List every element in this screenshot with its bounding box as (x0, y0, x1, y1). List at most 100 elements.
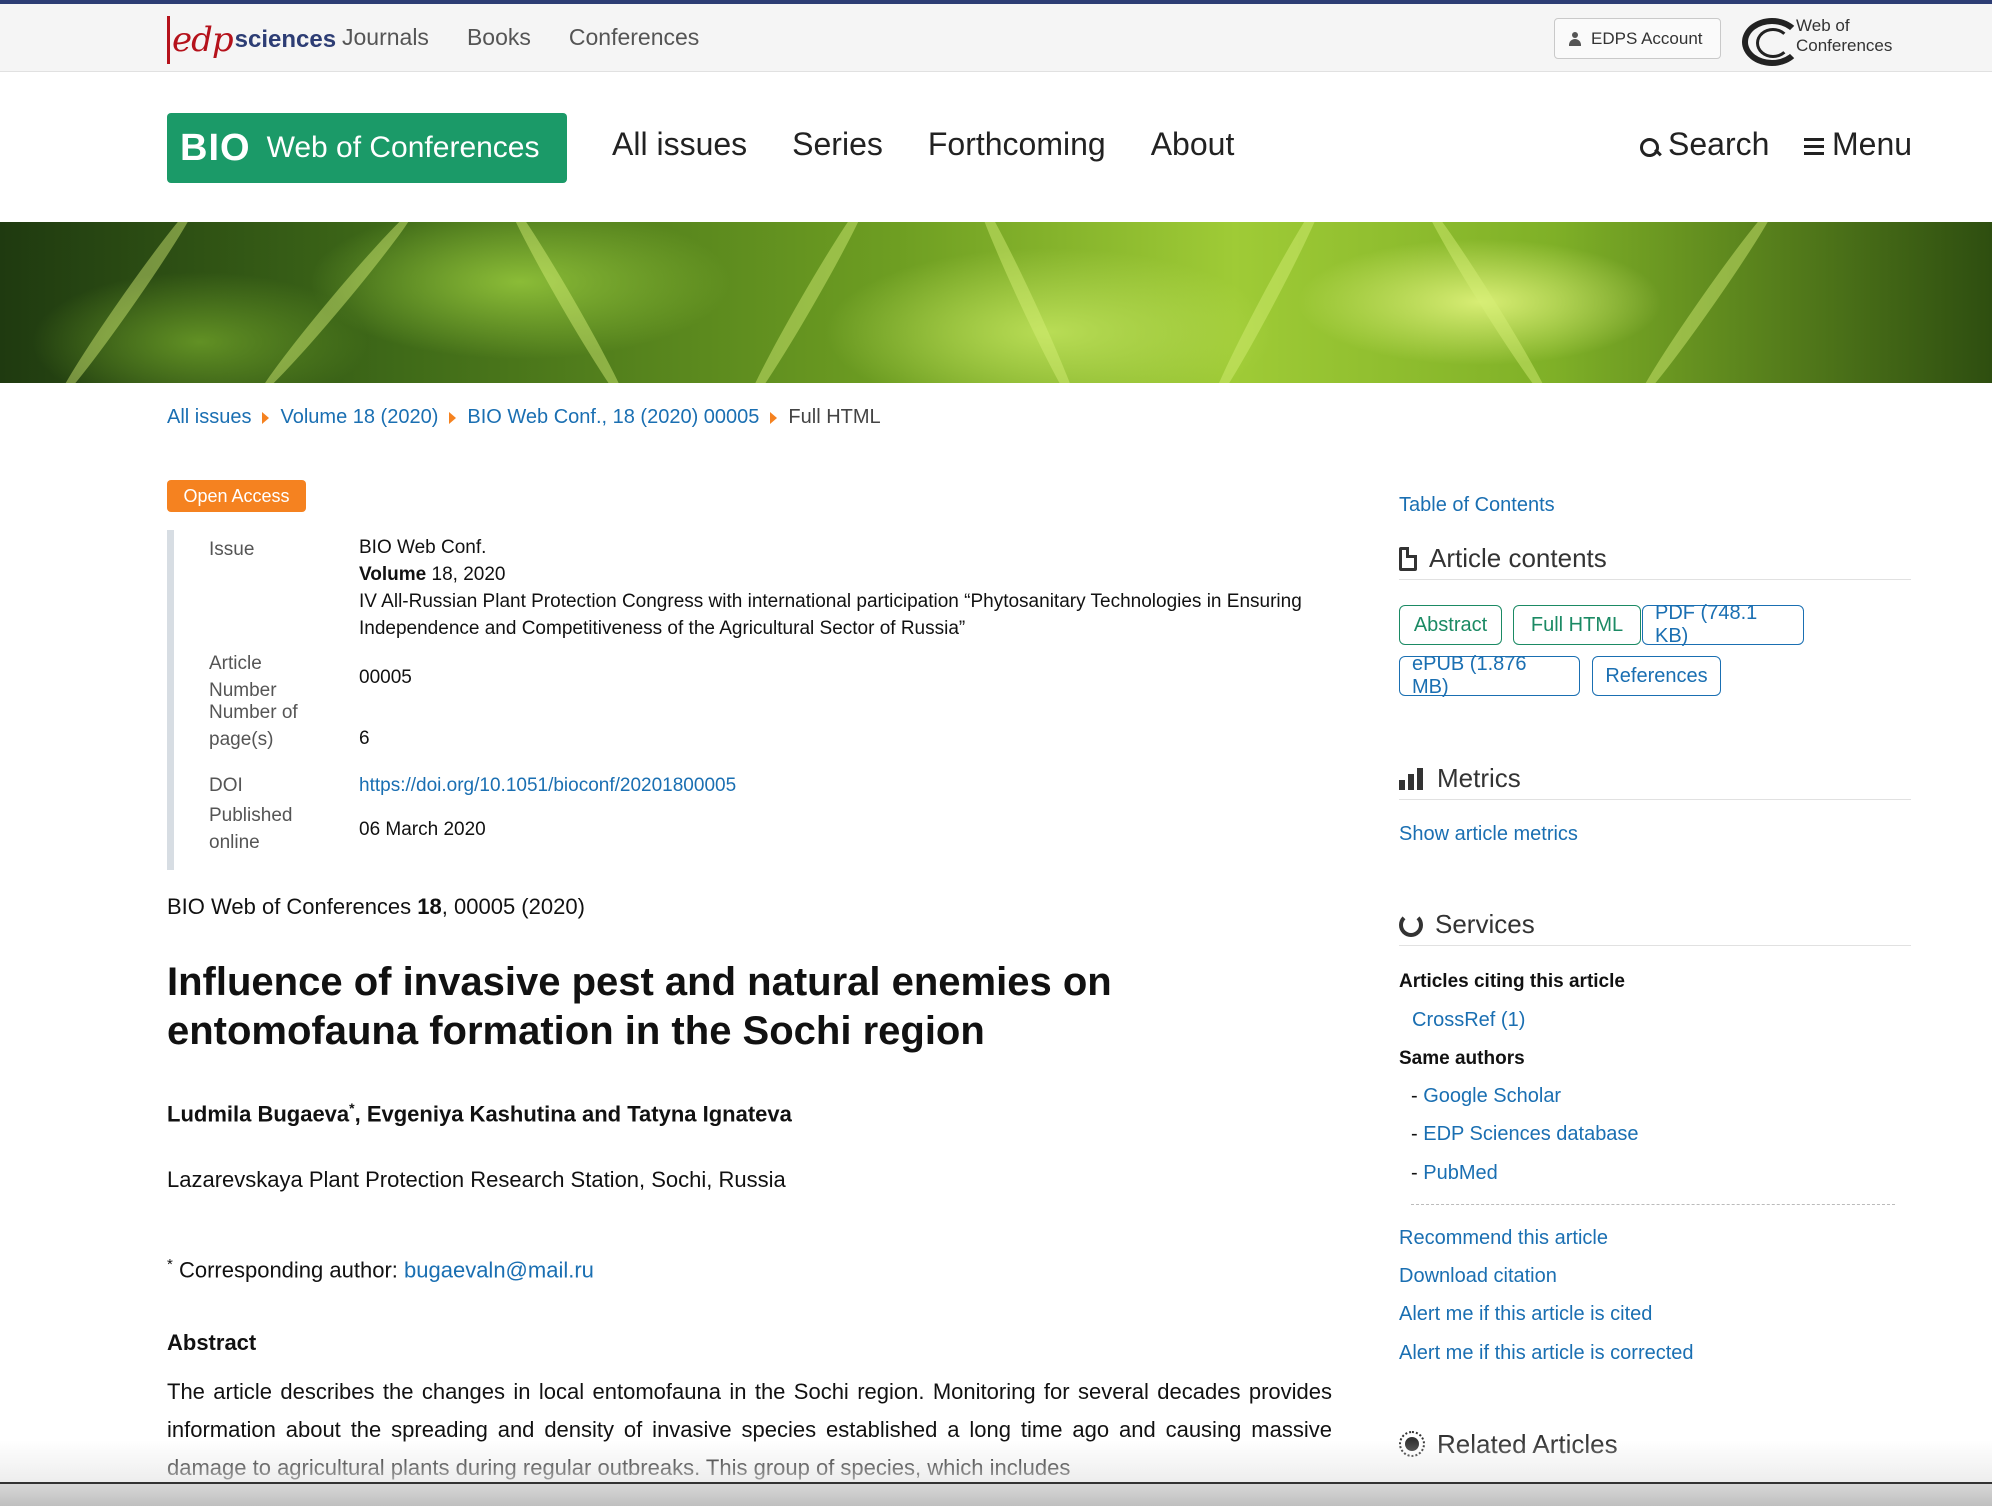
issue-journal: BIO Web Conf. (359, 537, 487, 558)
web-of-conferences-logo[interactable]: Web of Conferences (1742, 12, 1912, 68)
show-article-metrics-link[interactable]: Show article metrics (1399, 823, 1578, 846)
alert-cited-link[interactable]: Alert me if this article is cited (1399, 1303, 1652, 1326)
same-authors-item: - PubMed (1411, 1162, 1498, 1185)
bio-web-of-conferences-logo[interactable]: BIO Web of Conferences (167, 113, 567, 183)
google-scholar-link[interactable]: Google Scholar (1423, 1085, 1561, 1107)
article-citation: BIO Web of Conferences 18, 00005 (2020) (167, 894, 585, 920)
publisher-nav: Journals Books Conferences (342, 24, 699, 51)
woc-line1: Web of (1796, 16, 1850, 35)
bar-chart-icon-bar (1399, 779, 1405, 790)
nav-forthcoming[interactable]: Forthcoming (928, 126, 1106, 163)
crossref-link[interactable]: CrossRef (1) (1412, 1009, 1525, 1032)
services-divider (1411, 1204, 1895, 1205)
corr-email-link[interactable]: bugaevaln@mail.ru (404, 1257, 594, 1282)
woc-logo-text: Web of Conferences (1796, 16, 1892, 56)
edp-sciences-database-link[interactable]: EDP Sciences database (1423, 1123, 1638, 1145)
pages-label-line1: Number of (209, 702, 298, 723)
article-number-value: 00005 (359, 667, 412, 688)
bar-chart-icon-bar (1417, 767, 1423, 790)
same-authors-heading: Same authors (1399, 1048, 1525, 1069)
citation-volume: 18 (417, 894, 442, 919)
breadcrumb-article[interactable]: BIO Web Conf., 18 (2020) 00005 (467, 406, 759, 429)
metrics-title: Metrics (1437, 763, 1521, 793)
doi-value: https://doi.org/10.1051/bioconf/20201800… (359, 772, 1319, 799)
table-of-contents-link[interactable]: Table of Contents (1399, 494, 1555, 517)
account-label: EDPS Account (1591, 28, 1703, 48)
doi-link[interactable]: https://doi.org/10.1051/bioconf/20201800… (359, 775, 736, 796)
published-value: 06 March 2020 (359, 819, 486, 840)
issue-volume-value: 18, 2020 (431, 564, 506, 585)
abstract-heading: Abstract (167, 1330, 257, 1355)
banner-frond (740, 222, 874, 383)
logo-sciences-text: sciences (234, 26, 337, 53)
banner-frond (500, 222, 634, 383)
hamburger-icon (1804, 137, 1824, 156)
alert-corrected-link[interactable]: Alert me if this article is corrected (1399, 1342, 1694, 1365)
article-number-label-line2: Number (209, 680, 277, 701)
breadcrumb-arrow-icon (770, 411, 778, 424)
published-label-line1: Published (209, 805, 293, 826)
pubmed-link[interactable]: PubMed (1423, 1162, 1498, 1184)
logo-bar (167, 16, 170, 64)
breadcrumb-arrow-icon (449, 411, 457, 424)
breadcrumb-all-issues[interactable]: All issues (167, 406, 251, 429)
document-icon (1399, 546, 1417, 571)
full-html-button[interactable]: Full HTML (1513, 605, 1641, 645)
banner-frond (969, 222, 1085, 383)
list-dash: - (1411, 1123, 1418, 1145)
epub-button[interactable]: ePUB (1.876 MB) (1399, 653, 1580, 698)
nav-books[interactable]: Books (467, 24, 531, 51)
article-metadata: Issue BIO Web Conf. Volume 18, 2020 IV A… (167, 530, 1332, 870)
woc-line2: Conferences (1796, 36, 1893, 55)
corr-mark: * (167, 1256, 173, 1273)
article-contents-heading: Article contents (1399, 538, 1911, 580)
nav-journals[interactable]: Journals (342, 24, 429, 51)
breadcrumb: All issues Volume 18 (2020) BIO Web Conf… (167, 406, 881, 429)
issue-value: BIO Web Conf. Volume 18, 2020 IV All-Rus… (359, 534, 1319, 642)
same-authors-item: - Google Scholar (1411, 1085, 1561, 1108)
banner-frond (1632, 222, 1782, 383)
pages-value: 6 (359, 728, 370, 749)
citation-journal: BIO Web of Conferences (167, 894, 412, 919)
banner-frond (1204, 222, 1330, 383)
issue-volume-label: Volume (359, 564, 427, 585)
pages-label: Number of page(s) (209, 699, 298, 753)
banner-frond (254, 222, 420, 383)
search-label: Search (1668, 126, 1770, 162)
author-link[interactable]: Ludmila Bugaeva (167, 1101, 349, 1126)
woc-swirl-inner-icon (1756, 28, 1790, 58)
citation-rest: , 00005 (2020) (441, 894, 585, 919)
list-dash: - (1411, 1085, 1418, 1107)
metrics-heading: Metrics (1399, 758, 1911, 800)
breadcrumb-arrow-icon (262, 411, 270, 424)
nav-about[interactable]: About (1151, 126, 1235, 163)
published-label: Published online (209, 802, 292, 856)
download-citation-link[interactable]: Download citation (1399, 1265, 1557, 1288)
fern-banner-image (0, 222, 1992, 383)
logo-edp-text: edp (172, 20, 234, 60)
search-icon (1640, 137, 1660, 158)
nav-series[interactable]: Series (792, 126, 883, 163)
article-authors: Ludmila Bugaeva*, Evgeniya Kashutina and… (167, 1100, 792, 1127)
menu-button[interactable]: Menu (1804, 126, 1912, 163)
same-authors-item: - EDP Sciences database (1411, 1123, 1639, 1146)
pdf-button[interactable]: PDF (748.1 KB) (1642, 602, 1804, 647)
logo-web-of-conferences: Web of Conferences (266, 131, 540, 164)
banner-frond (52, 222, 202, 383)
article-title: Influence of invasive pest and natural e… (167, 960, 1112, 1053)
search-button[interactable]: Search (1640, 126, 1769, 163)
breadcrumb-volume[interactable]: Volume 18 (2020) (280, 406, 438, 429)
logo-bio: BIO (180, 126, 251, 169)
edps-account-button[interactable]: EDPS Account (1554, 18, 1721, 59)
abstract-button[interactable]: Abstract (1399, 605, 1502, 645)
nav-conferences[interactable]: Conferences (569, 24, 699, 51)
article-number-label: Article Number (209, 650, 277, 704)
edp-sciences-logo[interactable]: edp sciences (167, 16, 336, 64)
publisher-bar: edp sciences Journals Books Conferences … (0, 4, 1992, 72)
recommend-article-link[interactable]: Recommend this article (1399, 1227, 1608, 1250)
issue-label: Issue (209, 539, 255, 560)
nav-all-issues[interactable]: All issues (612, 126, 747, 163)
pages-label-line2: page(s) (209, 729, 274, 750)
references-button[interactable]: References (1592, 656, 1721, 696)
window-bottom-fade (0, 1440, 1992, 1482)
